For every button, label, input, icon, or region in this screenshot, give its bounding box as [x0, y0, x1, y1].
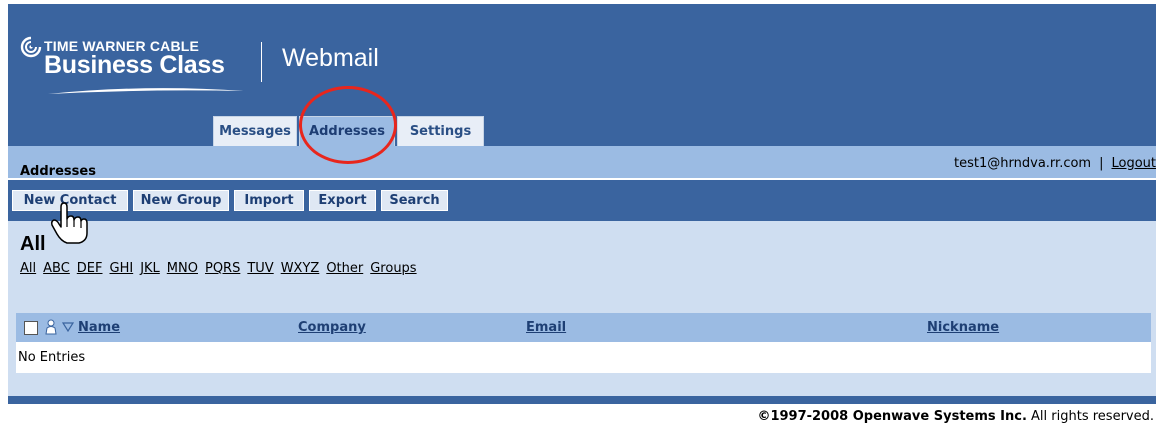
user-email: test1@hrndva.rr.com: [954, 156, 1092, 171]
twc-logo-icon: [20, 36, 42, 58]
filter-link-tuv[interactable]: TUV: [247, 261, 273, 276]
address-panel: All All ABC DEF GHI JKL MNO PQRS TUV WXYZ Other Gr…: [8, 221, 1156, 396]
filter-link-def[interactable]: DEF: [77, 261, 103, 276]
bottom-bar: [8, 396, 1156, 404]
filter-link-all[interactable]: All: [20, 261, 36, 276]
header-banner: TIME WARNER CABLE Business Class Webmail…: [8, 4, 1156, 146]
empty-message: No Entries: [18, 350, 86, 365]
hand-pointer-icon: [51, 202, 88, 244]
logout-link[interactable]: Logout: [1111, 156, 1156, 171]
filter-link-abc[interactable]: ABC: [43, 261, 70, 276]
tab-settings[interactable]: Settings: [397, 116, 484, 146]
contacts-table-header: Name Company Email Nickname: [16, 313, 1151, 342]
column-header-company[interactable]: Company: [298, 320, 366, 335]
filter-link-mno[interactable]: MNO: [167, 261, 198, 276]
filter-link-groups[interactable]: Groups: [370, 261, 416, 276]
copyright-text: ©1997-2008 Openwave Systems Inc.: [757, 409, 1027, 424]
highlight-circle: [299, 86, 397, 164]
filter-link-pqrs[interactable]: PQRS: [205, 261, 240, 276]
brand-divider: [261, 42, 262, 82]
contacts-table-body: No Entries: [16, 342, 1151, 373]
filter-link-other[interactable]: Other: [326, 261, 363, 276]
product-title: Webmail: [282, 44, 379, 72]
page-title: Addresses: [20, 164, 96, 179]
filter-link-wxyz[interactable]: WXYZ: [281, 261, 320, 276]
column-header-email[interactable]: Email: [526, 320, 566, 335]
section-bar: Addresses test1@hrndva.rr.com | Logout: [8, 146, 1156, 179]
letter-filter-links: All ABC DEF GHI JKL MNO PQRS TUV WXYZ Other Groups: [20, 261, 424, 276]
brand-logo: TIME WARNER CABLE Business Class: [20, 34, 250, 96]
user-info: test1@hrndva.rr.com | Logout: [954, 156, 1156, 171]
user-separator: |: [1099, 156, 1104, 171]
filter-link-ghi[interactable]: GHI: [110, 261, 134, 276]
search-button[interactable]: Search: [381, 190, 448, 211]
column-header-name[interactable]: Name: [78, 320, 120, 335]
select-all-checkbox[interactable]: [24, 321, 38, 335]
new-group-button[interactable]: New Group: [133, 190, 229, 211]
rights-text: All rights reserved.: [1026, 409, 1154, 424]
sort-desc-icon[interactable]: [62, 322, 74, 332]
webmail-window: TIME WARNER CABLE Business Class Webmail…: [8, 4, 1156, 404]
toolbar: New Contact New Group Import Export Sear…: [8, 180, 1156, 221]
brand-swoosh: [48, 88, 244, 94]
filter-heading: All: [20, 233, 46, 255]
tab-messages[interactable]: Messages: [213, 116, 297, 146]
footer: ©1997-2008 Openwave Systems Inc. All rig…: [757, 409, 1154, 424]
column-header-nickname[interactable]: Nickname: [927, 320, 999, 335]
export-button[interactable]: Export: [309, 190, 376, 211]
import-button[interactable]: Import: [234, 190, 304, 211]
brand-business-line: Business Class: [44, 51, 225, 79]
person-icon[interactable]: [44, 319, 58, 335]
filter-link-jkl[interactable]: JKL: [140, 261, 160, 276]
